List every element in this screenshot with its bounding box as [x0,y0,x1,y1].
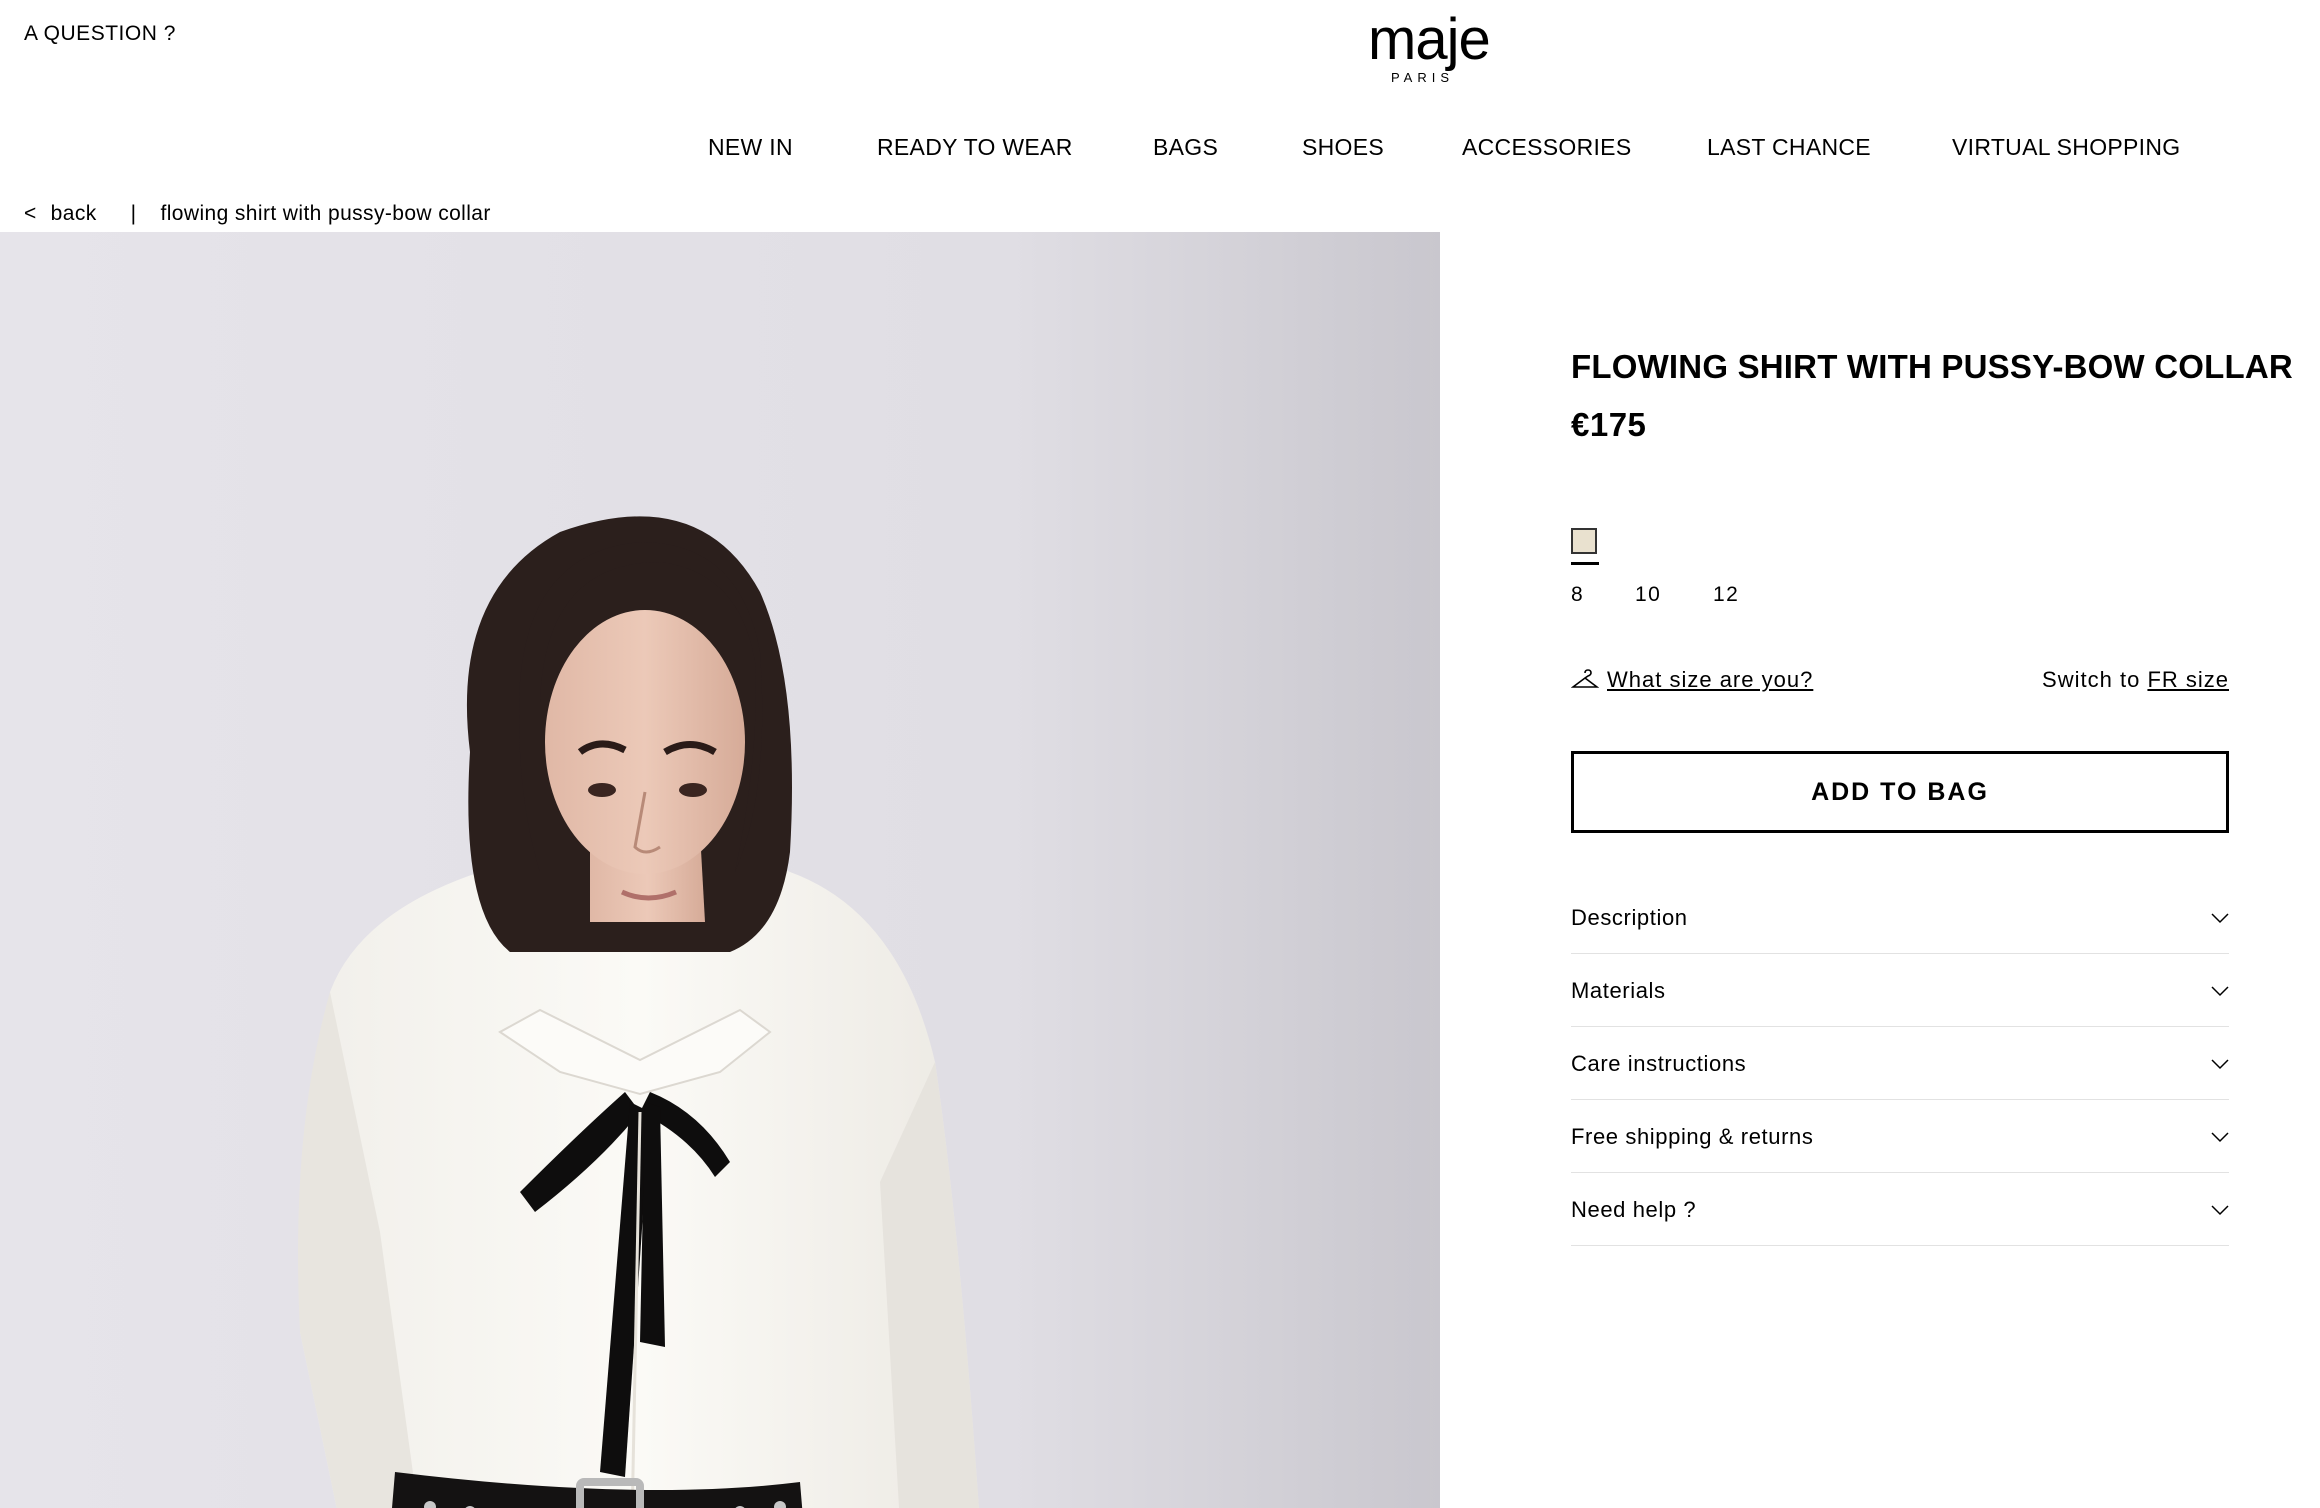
product-title: FLOWING SHIRT WITH PUSSY-BOW COLLAR [1571,348,2293,385]
nav-item-accessories[interactable]: ACCESSORIES [1462,134,1631,161]
size-guide-row: What size are you? Switch to FR size [1571,667,2229,693]
add-to-bag-button[interactable]: ADD TO BAG [1571,751,2229,833]
accordion-label: Materials [1571,978,1666,1003]
nav-item-shoes[interactable]: SHOES [1302,134,1384,161]
size-option[interactable]: 10 [1635,583,1713,607]
accordion-need-help[interactable]: Need help ? [1571,1173,2229,1246]
nav-item-ready-to-wear[interactable]: READY TO WEAR [877,134,1073,161]
logo-wordmark: maje [1368,7,1491,72]
size-system-switch: Switch to FR size [2042,667,2229,693]
switch-prefix: Switch to [2042,667,2141,692]
color-swatch-selected[interactable] [1571,528,1599,565]
size-selector: 8 10 12 [1571,583,2229,607]
chevron-down-icon [2211,1131,2229,1142]
nav-item-virtual-shopping[interactable]: VIRTUAL SHOPPING [1952,134,2180,161]
accordion-label: Need help ? [1571,1197,1697,1222]
accordion-label: Free shipping & returns [1571,1124,1814,1149]
breadcrumb-current: flowing shirt with pussy-bow collar [160,202,491,225]
logo-subtitle: PARIS [1390,70,1455,85]
accordion-materials[interactable]: Materials [1571,954,2229,1027]
chevron-down-icon [2211,1058,2229,1069]
accordion-description[interactable]: Description [1571,881,2229,954]
breadcrumb-separator: | [130,202,137,225]
hanger-icon [1571,669,1599,688]
product-price: €175 [1571,406,1647,443]
size-option[interactable]: 8 [1571,583,1635,607]
color-swatch[interactable] [1571,528,1597,554]
question-link[interactable]: A QUESTION ? [24,22,176,46]
accordion-label: Care instructions [1571,1051,1747,1076]
chevron-down-icon [2211,1204,2229,1215]
nav-item-new-in[interactable]: NEW IN [708,134,793,161]
chevron-left-icon[interactable]: < [24,202,37,226]
main-nav: NEW IN READY TO WEAR BAGS SHOES ACCESSOR… [0,134,2320,166]
accordion-care-instructions[interactable]: Care instructions [1571,1027,2229,1100]
chevron-down-icon [2211,912,2229,923]
product-image[interactable] [0,232,1440,1508]
accordion-label: Description [1571,905,1688,930]
chevron-down-icon [2211,985,2229,996]
brand-logo[interactable]: maje PARIS [1368,7,1491,86]
nav-item-bags[interactable]: BAGS [1153,134,1218,161]
breadcrumb: < back | flowing shirt with pussy-bow co… [24,190,491,238]
size-guide[interactable]: What size are you? [1571,667,1813,693]
product-details-accordion: Description Materials Care instructions … [1571,881,2229,1246]
size-option[interactable]: 12 [1713,583,1739,607]
accordion-shipping-returns[interactable]: Free shipping & returns [1571,1100,2229,1173]
size-guide-link[interactable]: What size are you? [1607,667,1813,693]
product-panel: FLOWING SHIRT WITH PUSSY-BOW COLLAR €175… [1571,348,2293,1246]
nav-item-last-chance[interactable]: LAST CHANCE [1707,134,1871,161]
fr-size-link[interactable]: FR size [2147,667,2229,692]
